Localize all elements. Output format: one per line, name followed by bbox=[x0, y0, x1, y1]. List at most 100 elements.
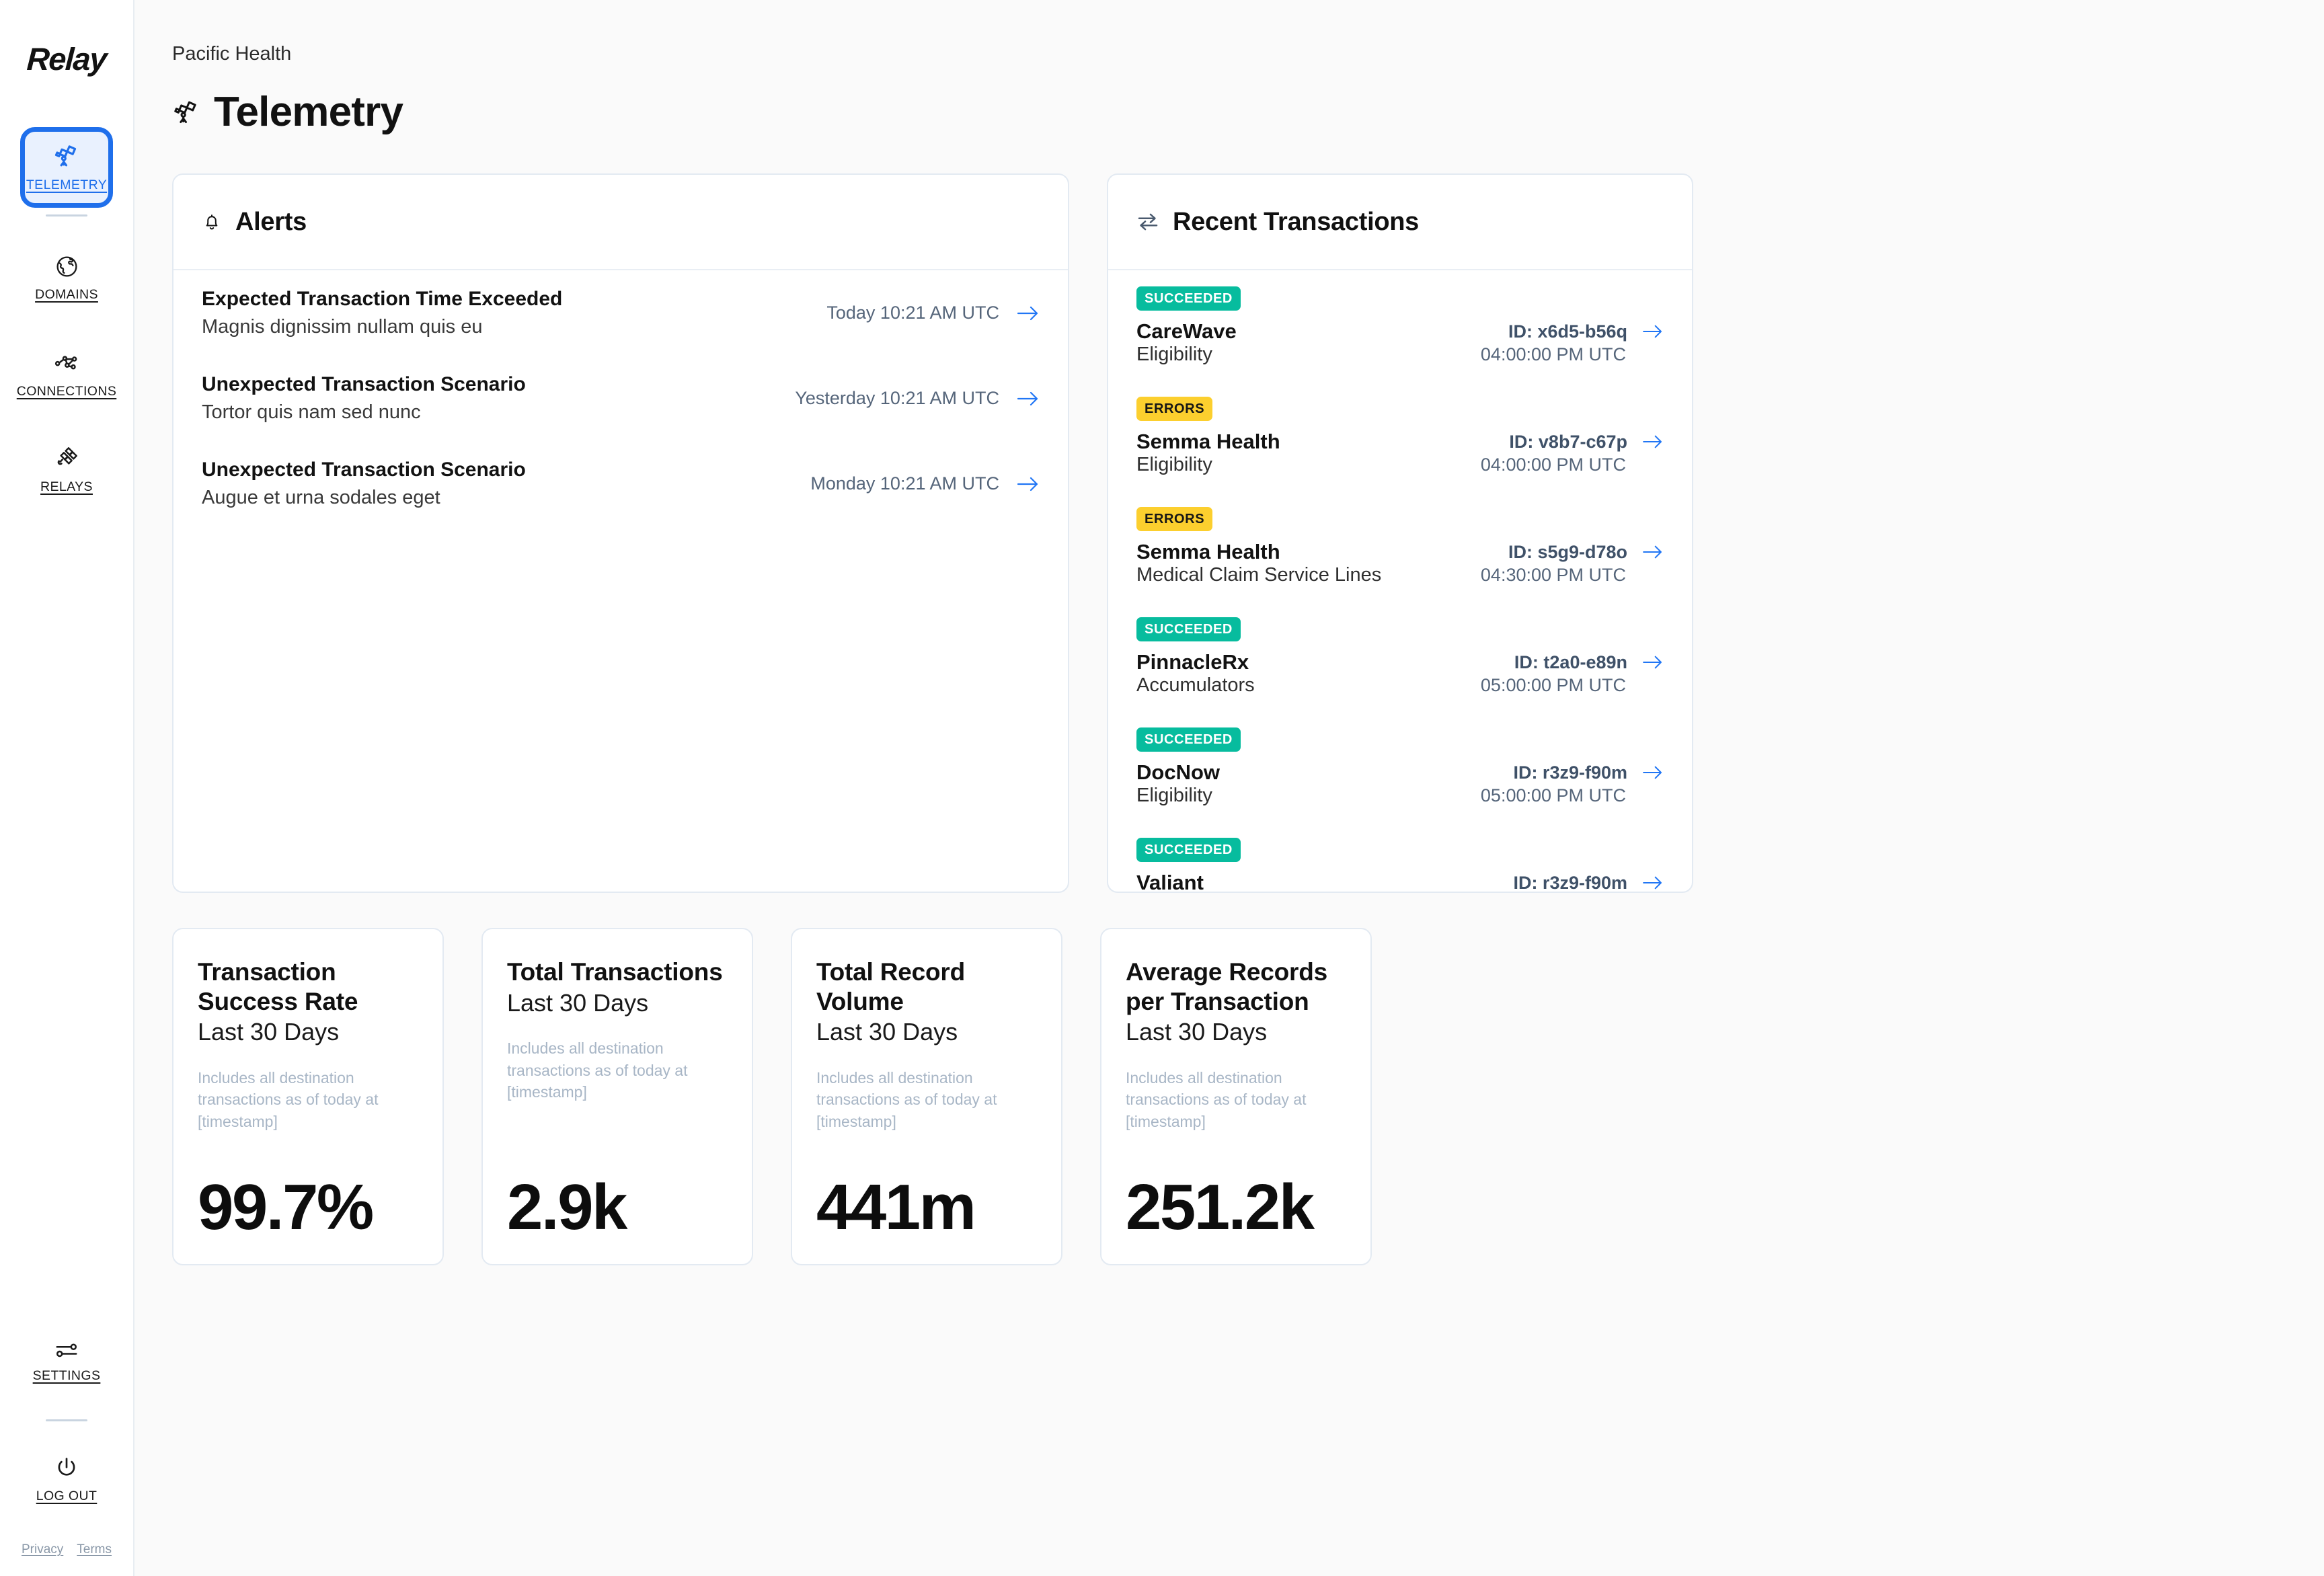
transactions-panel-header: Recent Transactions bbox=[1108, 175, 1692, 270]
status-badge: SUCCEEDED bbox=[1136, 727, 1241, 752]
transactions-panel-title: Recent Transactions bbox=[1173, 207, 1419, 236]
transaction-id-group: ID: x6d5-b56q bbox=[1508, 321, 1664, 342]
transaction-type: Eligibility bbox=[1136, 785, 1212, 806]
arrow-right-icon[interactable] bbox=[1642, 323, 1664, 340]
sidebar-divider-bottom bbox=[46, 1419, 87, 1421]
arrow-right-icon[interactable] bbox=[1642, 654, 1664, 670]
alert-subtitle: Augue et urna sodales eget bbox=[202, 487, 440, 508]
privacy-link[interactable]: Privacy bbox=[22, 1542, 63, 1557]
stat-card-total-transactions: Total Transactions Last 30 Days Includes… bbox=[481, 928, 753, 1265]
sidebar-item-telemetry[interactable]: TELEMETRY bbox=[20, 127, 113, 208]
sidebar-nav: TELEMETRY DOMAINS CONNECTIONS RELAYS bbox=[0, 127, 133, 510]
alert-timestamp: Monday 10:21 AM UTC bbox=[810, 473, 999, 494]
transaction-timestamp: 04:00:00 PM UTC bbox=[1480, 344, 1626, 364]
stat-title: Average Records per Transaction bbox=[1126, 958, 1327, 1015]
transaction-id-group: ID: t2a0-e89n bbox=[1514, 652, 1664, 673]
alerts-panel: Alerts Expected Transaction Time Exceede… bbox=[172, 173, 1069, 893]
transaction-secondary-line: Eligibility 04:00:00 PM UTC bbox=[1136, 344, 1664, 366]
status-badge: ERRORS bbox=[1136, 397, 1213, 421]
transaction-timestamp: 05:00:00 PM UTC bbox=[1480, 785, 1626, 805]
transaction-row[interactable]: SUCCEEDED Valiant ID: r3z9-f90m Au bbox=[1108, 822, 1692, 892]
alert-row[interactable]: Expected Transaction Time Exceeded Magni… bbox=[173, 270, 1068, 356]
alert-title: Unexpected Transaction Scenario bbox=[202, 459, 526, 481]
arrow-right-icon[interactable] bbox=[1642, 434, 1664, 450]
stat-period: Last 30 Days bbox=[198, 1018, 340, 1046]
terms-link[interactable]: Terms bbox=[77, 1542, 112, 1557]
arrow-right-icon[interactable] bbox=[1642, 544, 1664, 560]
sidebar-item-domains[interactable]: DOMAINS bbox=[20, 238, 113, 319]
stat-note: Includes all destination transactions as… bbox=[198, 1068, 379, 1130]
alert-row[interactable]: Unexpected Transaction Scenario Tortor q… bbox=[173, 356, 1068, 441]
panels-row: Alerts Expected Transaction Time Exceede… bbox=[172, 173, 2324, 893]
transaction-timestamp: 04:30:00 PM UTC bbox=[1480, 565, 1626, 585]
transaction-primary-line: Semma Health ID: s5g9-d78o bbox=[1136, 540, 1664, 564]
transaction-secondary-line: Eligibility 04:00:00 PM UTC bbox=[1136, 454, 1664, 476]
main-content: Pacific Health Telemetry Alerts Expected… bbox=[134, 0, 2324, 1576]
stat-cards-row: Transaction Success Rate Last 30 Days In… bbox=[172, 928, 2324, 1265]
sidebar-item-settings[interactable]: SETTINGS bbox=[20, 1321, 113, 1402]
alert-title: Expected Transaction Time Exceeded bbox=[202, 288, 563, 310]
transaction-id-group: ID: s5g9-d78o bbox=[1508, 542, 1664, 563]
transaction-id: ID: x6d5-b56q bbox=[1508, 321, 1627, 342]
stat-title: Total Record Volume bbox=[816, 958, 965, 1015]
legal-links: Privacy Terms bbox=[22, 1542, 112, 1557]
stat-note: Includes all destination transactions as… bbox=[507, 1039, 688, 1101]
alert-row[interactable]: Unexpected Transaction Scenario Augue et… bbox=[173, 441, 1068, 526]
brand-logo: Relay bbox=[26, 41, 108, 77]
alerts-list: Expected Transaction Time Exceeded Magni… bbox=[173, 270, 1068, 892]
alert-text: Expected Transaction Time Exceeded Magni… bbox=[202, 288, 562, 338]
stat-card-total-record-volume: Total Record Volume Last 30 Days Include… bbox=[791, 928, 1062, 1265]
arrow-right-icon[interactable] bbox=[1017, 475, 1040, 493]
sidebar-item-label: SETTINGS bbox=[32, 1368, 101, 1383]
sidebar-item-label: TELEMETRY bbox=[26, 177, 108, 192]
stat-period: Last 30 Days bbox=[816, 1018, 958, 1046]
arrow-right-icon[interactable] bbox=[1642, 875, 1664, 891]
power-icon bbox=[54, 1455, 79, 1481]
transactions-list: SUCCEEDED CareWave ID: x6d5-b56q Eligibi… bbox=[1108, 270, 1692, 892]
stat-card-transaction-success-rate: Transaction Success Rate Last 30 Days In… bbox=[172, 928, 444, 1265]
transaction-primary-line: PinnacleRx ID: t2a0-e89n bbox=[1136, 650, 1664, 674]
transaction-row[interactable]: ERRORS Semma Health ID: v8b7-c67p Eligib… bbox=[1108, 381, 1692, 491]
sidebar-item-logout[interactable]: LOG OUT bbox=[20, 1439, 113, 1520]
telescope-icon bbox=[53, 143, 80, 169]
stat-value: 441m bbox=[816, 1171, 976, 1243]
transaction-secondary-line: Medical Claim Service Lines 04:30:00 PM … bbox=[1136, 564, 1664, 586]
transaction-name: Semma Health bbox=[1136, 430, 1280, 453]
alert-text: Unexpected Transaction Scenario Tortor q… bbox=[202, 373, 526, 424]
sidebar-item-relays[interactable]: RELAYS bbox=[20, 429, 113, 510]
arrow-right-icon[interactable] bbox=[1017, 305, 1040, 322]
globe-icon bbox=[54, 254, 79, 279]
transaction-timestamp: 05:00:00 PM UTC bbox=[1480, 675, 1626, 695]
network-nodes-icon bbox=[53, 349, 80, 376]
transaction-row[interactable]: SUCCEEDED CareWave ID: x6d5-b56q Eligibi… bbox=[1108, 270, 1692, 381]
stat-note: Includes all destination transactions as… bbox=[816, 1068, 997, 1130]
transaction-type: Accumulators bbox=[1136, 674, 1255, 696]
transaction-row[interactable]: SUCCEEDED PinnacleRx ID: t2a0-e89n Accum… bbox=[1108, 601, 1692, 711]
transaction-name: PinnacleRx bbox=[1136, 650, 1249, 674]
telescope-icon bbox=[172, 98, 200, 126]
sidebar: Relay TELEMETRY DOMAINS CONNECTIONS RELA… bbox=[0, 0, 134, 1576]
arrow-right-icon[interactable] bbox=[1017, 390, 1040, 407]
transaction-row[interactable]: ERRORS Semma Health ID: s5g9-d78o Medica… bbox=[1108, 491, 1692, 601]
recent-transactions-panel: Recent Transactions SUCCEEDED CareWave I… bbox=[1107, 173, 1693, 893]
app-root: Relay TELEMETRY DOMAINS CONNECTIONS RELA… bbox=[0, 0, 2324, 1576]
arrow-right-icon[interactable] bbox=[1642, 764, 1664, 781]
page-title-row: Telemetry bbox=[172, 88, 2324, 136]
sidebar-item-label: RELAYS bbox=[40, 479, 93, 494]
alert-subtitle: Tortor quis nam sed nunc bbox=[202, 401, 421, 423]
transaction-name: DocNow bbox=[1136, 760, 1220, 784]
transaction-row[interactable]: SUCCEEDED DocNow ID: r3z9-f90m Eligibili… bbox=[1108, 711, 1692, 822]
stat-card-average-records-per-transaction: Average Records per Transaction Last 30 … bbox=[1100, 928, 1372, 1265]
transaction-id-group: ID: r3z9-f90m bbox=[1513, 873, 1664, 892]
alert-title: Unexpected Transaction Scenario bbox=[202, 373, 526, 395]
transaction-id-group: ID: v8b7-c67p bbox=[1509, 432, 1664, 452]
stat-value: 2.9k bbox=[507, 1171, 627, 1243]
transaction-secondary-line: Eligibility 05:00:00 PM UTC bbox=[1136, 785, 1664, 807]
stat-value: 99.7% bbox=[198, 1171, 374, 1243]
status-badge: SUCCEEDED bbox=[1136, 286, 1241, 311]
alerts-panel-title: Alerts bbox=[235, 207, 307, 236]
alert-timestamp: Yesterday 10:21 AM UTC bbox=[795, 388, 999, 408]
sidebar-item-connections[interactable]: CONNECTIONS bbox=[17, 333, 116, 414]
transaction-type: Eligibility bbox=[1136, 344, 1212, 365]
stat-period: Last 30 Days bbox=[1126, 1018, 1268, 1046]
